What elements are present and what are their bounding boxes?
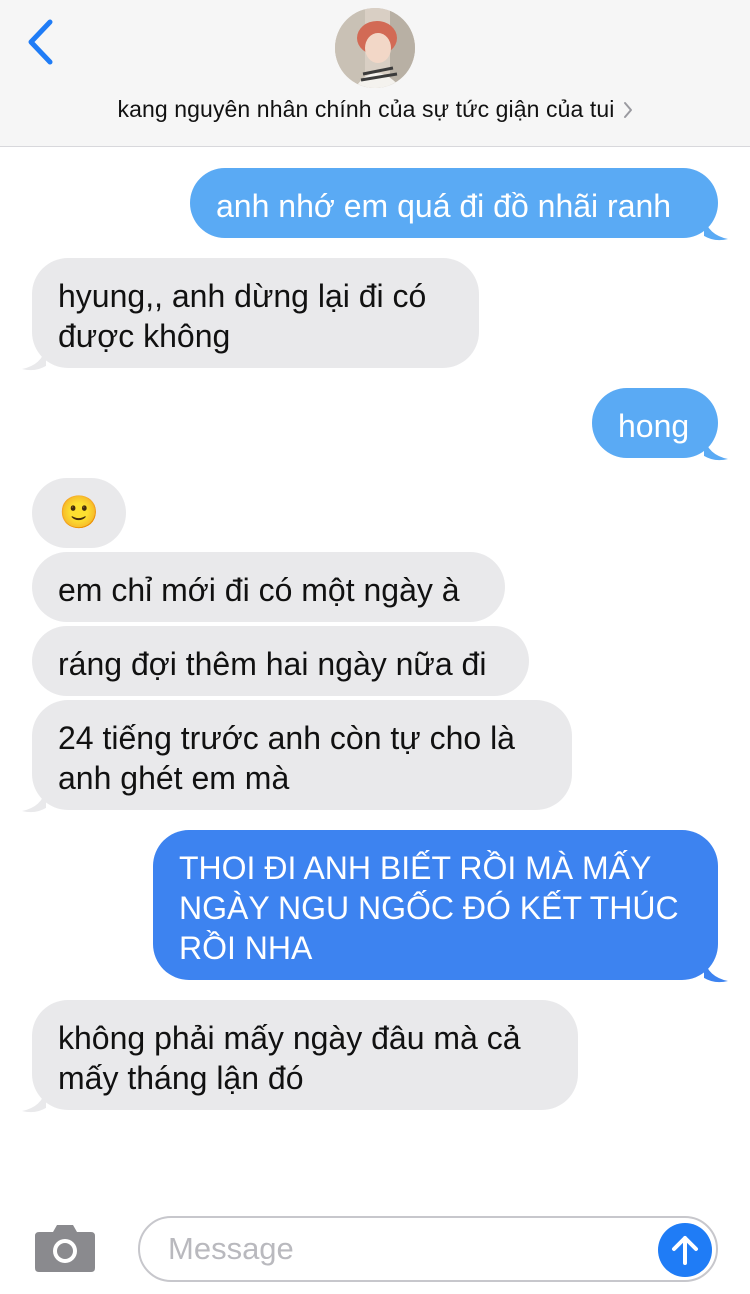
camera-icon	[35, 1225, 95, 1272]
message-bubble-sent[interactable]: hong	[592, 388, 718, 458]
message-bubble-sent[interactable]: THOI ĐI ANH BIẾT RỒI MÀ MẤY NGÀY NGU NGỐ…	[153, 830, 718, 980]
bubble-tail	[22, 789, 46, 813]
message-bubble-received[interactable]: không phải mấy ngày đâu mà cả mấy tháng …	[32, 1000, 578, 1110]
conversation-header: kang nguyên nhân chính của sự tức giận c…	[0, 0, 750, 147]
message-text: hyung,, anh dừng lại đi có được không	[58, 278, 427, 354]
message-text: anh nhớ em quá đi đồ nhãi ranh	[216, 188, 672, 224]
contact-name-label: kang nguyên nhân chính của sự tức giận c…	[117, 96, 615, 122]
message-text: không phải mấy ngày đâu mà cả mấy tháng …	[58, 1020, 521, 1096]
message-input[interactable]	[138, 1216, 718, 1282]
bubble-tail	[22, 347, 46, 371]
message-composer	[0, 1200, 750, 1294]
message-text: 🙂	[59, 494, 99, 530]
contact-name[interactable]: kang nguyên nhân chính của sự tức giận c…	[0, 96, 750, 123]
message-bubble-received[interactable]: 24 tiếng trước anh còn tự cho là anh ghé…	[32, 700, 572, 810]
message-bubble-received[interactable]: 🙂	[32, 478, 126, 548]
send-button[interactable]	[658, 1223, 712, 1277]
message-thread[interactable]: anh nhớ em quá đi đồ nhãi ranh hyung,, a…	[0, 147, 750, 1197]
message-bubble-received[interactable]: hyung,, anh dừng lại đi có được không	[32, 258, 479, 368]
bubble-tail	[704, 217, 728, 241]
message-text: THOI ĐI ANH BIẾT RỒI MÀ MẤY NGÀY NGU NGỐ…	[179, 850, 679, 966]
bubble-tail	[704, 959, 728, 983]
arrow-up-icon	[672, 1236, 698, 1265]
bubble-tail	[704, 437, 728, 461]
back-button[interactable]	[18, 14, 62, 70]
camera-button[interactable]	[33, 1222, 97, 1274]
chevron-left-icon	[28, 19, 53, 65]
message-text: ráng đợi thêm hai ngày nữa đi	[58, 646, 487, 682]
contact-photo	[335, 8, 415, 88]
bubble-tail	[22, 1089, 46, 1113]
message-text: hong	[618, 408, 690, 444]
chevron-right-icon	[623, 101, 633, 119]
message-text: em chỉ mới đi có một ngày à	[58, 572, 460, 608]
message-bubble-received[interactable]: em chỉ mới đi có một ngày à	[32, 552, 505, 622]
contact-avatar[interactable]	[335, 8, 415, 88]
message-text: 24 tiếng trước anh còn tự cho là anh ghé…	[58, 720, 515, 796]
message-bubble-sent[interactable]: anh nhớ em quá đi đồ nhãi ranh	[190, 168, 718, 238]
message-bubble-received[interactable]: ráng đợi thêm hai ngày nữa đi	[32, 626, 529, 696]
